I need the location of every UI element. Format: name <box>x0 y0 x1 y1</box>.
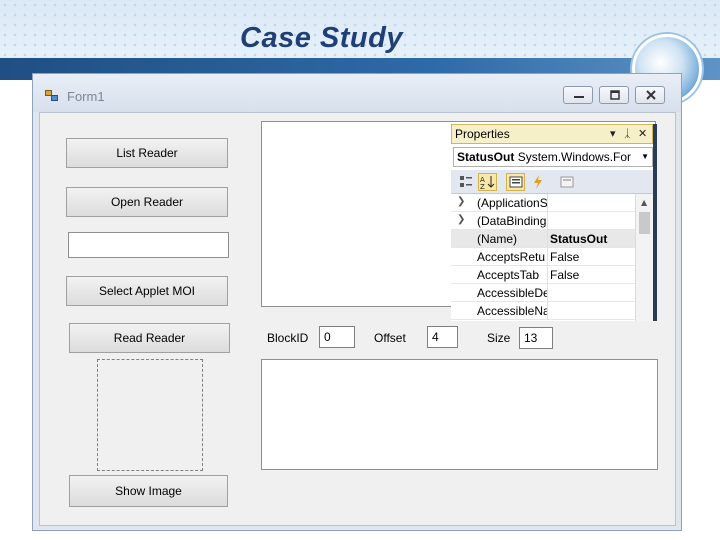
property-value[interactable]: StatusOut <box>550 232 607 246</box>
properties-title-bar: Properties ▾ ᛣ ✕ <box>451 124 653 144</box>
property-name: AccessibleNa <box>477 304 547 318</box>
block-id-label: BlockID <box>267 331 309 345</box>
properties-title: Properties <box>455 127 510 141</box>
property-row[interactable]: ❯ (ApplicationS <box>451 194 635 212</box>
size-input[interactable]: 13 <box>519 327 553 349</box>
property-grid-scrollbar[interactable]: ▲ <box>635 194 653 321</box>
minimize-icon <box>574 96 584 98</box>
property-row[interactable]: ❯ (DataBindings <box>451 212 635 230</box>
property-name: (Name) <box>477 232 518 246</box>
object-type: System.Windows.For <box>517 150 632 164</box>
properties-toolbar: AZ <box>451 170 653 194</box>
select-applet-button[interactable]: Select Applet MOI <box>66 276 228 306</box>
scrollbar-thumb[interactable] <box>639 212 650 234</box>
property-name: AccessibleDe <box>477 286 547 300</box>
categorized-button[interactable] <box>456 173 475 191</box>
close-button[interactable] <box>635 86 665 104</box>
window-title: Form1 <box>67 89 105 104</box>
read-reader-button[interactable]: Read Reader <box>69 323 230 353</box>
property-name: (ApplicationS <box>477 196 547 210</box>
property-name: AcceptsRetu <box>477 250 546 264</box>
object-selector[interactable]: StatusOut System.Windows.For ▼ <box>453 147 653 167</box>
property-name: AcceptsTab <box>477 268 540 282</box>
show-image-button[interactable]: Show Image <box>69 475 228 507</box>
title-bar[interactable]: Form1 <box>33 74 681 112</box>
chevron-up-icon[interactable]: ▲ <box>641 198 647 207</box>
maximize-icon <box>610 90 620 100</box>
offset-input[interactable]: 4 <box>427 326 458 348</box>
close-icon <box>646 90 656 100</box>
property-grid: ❯ (ApplicationS ❯ (DataBindings (Name) S… <box>451 194 653 321</box>
expand-icon[interactable]: ❯ <box>457 196 465 207</box>
picture-box <box>97 359 203 471</box>
property-row[interactable]: AccessibleNa <box>451 302 635 320</box>
reader-name-textbox[interactable] <box>68 232 229 258</box>
pin-icon[interactable]: ᛣ <box>624 127 631 140</box>
property-row[interactable]: AccessibleDe <box>451 284 635 302</box>
properties-list-icon <box>509 176 522 188</box>
block-id-input[interactable]: 0 <box>319 326 355 348</box>
categorized-icon <box>459 176 472 187</box>
expand-icon[interactable]: ❯ <box>457 214 465 225</box>
properties-view-button[interactable] <box>506 173 525 191</box>
alphabetical-button[interactable]: AZ <box>478 173 497 191</box>
chevron-down-icon: ▼ <box>641 152 649 161</box>
close-icon[interactable]: ✕ <box>638 127 647 140</box>
property-name: (DataBindings <box>477 214 547 228</box>
property-pages-button[interactable] <box>557 173 576 191</box>
slide-title: Case Study <box>240 22 403 54</box>
property-row[interactable]: AcceptsTab False <box>451 266 635 284</box>
lightning-icon <box>533 175 542 189</box>
svg-text:Z: Z <box>480 183 485 189</box>
maximize-button[interactable] <box>599 86 629 104</box>
open-reader-button[interactable]: Open Reader <box>66 187 228 217</box>
list-reader-button[interactable]: List Reader <box>66 138 228 168</box>
property-row[interactable]: AcceptsRetu False <box>451 248 635 266</box>
alphabetical-sort-icon: AZ <box>480 176 494 189</box>
offset-label: Offset <box>374 331 406 345</box>
dropdown-arrow-icon[interactable]: ▾ <box>610 127 616 140</box>
property-value[interactable]: False <box>550 250 579 264</box>
object-name: StatusOut <box>457 150 515 164</box>
property-pages-icon <box>560 176 573 188</box>
data-output-textbox[interactable] <box>261 359 658 470</box>
minimize-button[interactable] <box>563 86 593 104</box>
property-row-selected[interactable]: (Name) StatusOut <box>451 230 635 248</box>
property-value[interactable]: False <box>550 268 579 282</box>
properties-panel: Properties ▾ ᛣ ✕ StatusOut System.Window… <box>451 124 657 321</box>
events-button[interactable] <box>528 173 547 191</box>
size-label: Size <box>487 331 511 345</box>
app-icon <box>45 90 59 102</box>
